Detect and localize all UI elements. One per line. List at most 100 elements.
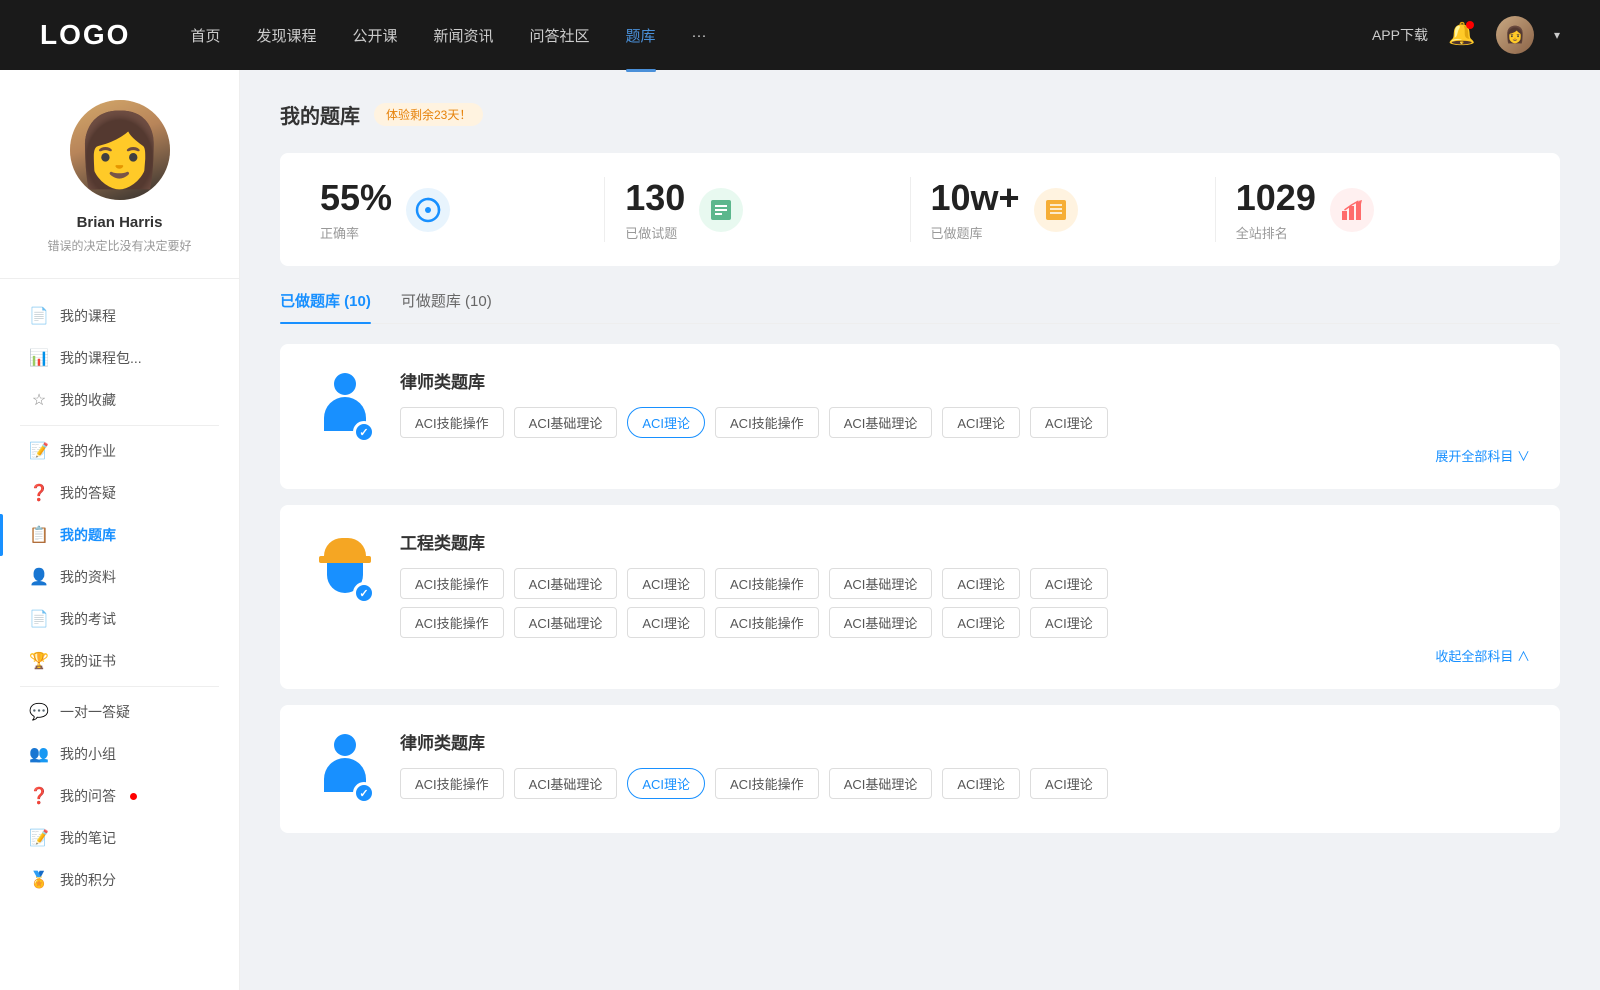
profile-motto: 错误的决定比没有决定要好 — [47, 237, 191, 254]
bank-card-header-1: ✓ 律师类题库 ACI技能操作 ACI基础理论 ACI理论 ACI技能操作 AC… — [310, 368, 1530, 465]
courses-icon: 📄 — [30, 307, 48, 325]
tag-2-14[interactable]: ACI理论 — [1030, 607, 1108, 638]
done-banks-icon — [1034, 188, 1078, 232]
course-pack-icon: 📊 — [30, 349, 48, 367]
tag-2-4[interactable]: ACI技能操作 — [715, 568, 819, 599]
sidebar-item-question-bank[interactable]: 📋 我的题库 — [0, 514, 239, 556]
profile-avatar[interactable] — [70, 100, 170, 200]
user-menu-chevron[interactable]: ▾ — [1554, 28, 1560, 42]
tutoring-icon: 💬 — [30, 703, 48, 721]
nav-home[interactable]: 首页 — [190, 25, 220, 46]
tag-2-11[interactable]: ACI技能操作 — [715, 607, 819, 638]
accuracy-icon — [406, 188, 450, 232]
ranking-icon — [1330, 188, 1374, 232]
tag-2-9[interactable]: ACI基础理论 — [514, 607, 618, 638]
nav-news[interactable]: 新闻资讯 — [434, 25, 494, 46]
stat-value-done: 130 — [625, 177, 685, 219]
bank-icon-lawyer-3: ✓ — [310, 729, 380, 809]
sidebar-item-tutoring[interactable]: 💬 一对一答疑 — [0, 691, 239, 733]
profile-icon: 👤 — [30, 568, 48, 586]
sidebar-menu: 📄 我的课程 📊 我的课程包... ☆ 我的收藏 📝 我的作业 ❓ 我的答疑 � — [0, 279, 239, 917]
stats-row: 55% 正确率 130 已做试题 — [280, 153, 1560, 266]
navbar: LOGO 首页 发现课程 公开课 新闻资讯 问答社区 题库 ··· APP下载 … — [0, 0, 1600, 70]
bank-card-header-3: ✓ 律师类题库 ACI技能操作 ACI基础理论 ACI理论 ACI技能操作 AC… — [310, 729, 1530, 809]
nav-discover[interactable]: 发现课程 — [256, 25, 316, 46]
tag-3-2[interactable]: ACI基础理论 — [514, 768, 618, 799]
tag-3-5[interactable]: ACI基础理论 — [829, 768, 933, 799]
sidebar-item-groups[interactable]: 👥 我的小组 — [0, 733, 239, 775]
nav-open-course[interactable]: 公开课 — [352, 25, 397, 46]
nav-questions[interactable]: 题库 — [626, 25, 656, 46]
user-avatar[interactable]: 👩 — [1496, 16, 1534, 54]
tag-1-3[interactable]: ACI理论 — [627, 407, 705, 438]
tag-2-2[interactable]: ACI基础理论 — [514, 568, 618, 599]
tag-1-5[interactable]: ACI基础理论 — [829, 407, 933, 438]
expand-bank-1[interactable]: 展开全部科目 ∨ — [400, 446, 1530, 465]
tag-1-6[interactable]: ACI理论 — [942, 407, 1020, 438]
bank-card-3: ✓ 律师类题库 ACI技能操作 ACI基础理论 ACI理论 ACI技能操作 AC… — [280, 705, 1560, 833]
stat-label-banks: 已做题库 — [931, 223, 1020, 242]
nav-qa[interactable]: 问答社区 — [530, 25, 590, 46]
tab-available-banks[interactable]: 可做题库 (10) — [401, 290, 492, 323]
tag-3-7[interactable]: ACI理论 — [1030, 768, 1108, 799]
nav-more[interactable]: ··· — [692, 27, 707, 44]
sidebar-item-favorites[interactable]: ☆ 我的收藏 — [0, 379, 239, 421]
tag-1-1[interactable]: ACI技能操作 — [400, 407, 504, 438]
tag-3-1[interactable]: ACI技能操作 — [400, 768, 504, 799]
sidebar-item-homework[interactable]: 📝 我的作业 — [0, 430, 239, 472]
sidebar-item-course-pack[interactable]: 📊 我的课程包... — [0, 337, 239, 379]
app-download-link[interactable]: APP下载 — [1372, 25, 1428, 45]
sidebar-item-label: 我的课程包... — [60, 348, 142, 368]
tag-3-3[interactable]: ACI理论 — [627, 768, 705, 799]
bank-info-1: 律师类题库 ACI技能操作 ACI基础理论 ACI理论 ACI技能操作 ACI基… — [400, 368, 1530, 465]
main-content: 我的题库 体验剩余23天！ 55% 正确率 — [240, 70, 1600, 990]
tag-2-1[interactable]: ACI技能操作 — [400, 568, 504, 599]
tag-2-13[interactable]: ACI理论 — [942, 607, 1020, 638]
tab-done-banks[interactable]: 已做题库 (10) — [280, 290, 371, 323]
stat-value-banks: 10w+ — [931, 177, 1020, 219]
stat-done-questions: 130 已做试题 — [605, 177, 910, 242]
tag-1-2[interactable]: ACI基础理论 — [514, 407, 618, 438]
sidebar-item-qa[interactable]: ❓ 我的答疑 — [0, 472, 239, 514]
tag-1-4[interactable]: ACI技能操作 — [715, 407, 819, 438]
stat-label-rank: 全站排名 — [1236, 223, 1316, 242]
tag-3-6[interactable]: ACI理论 — [942, 768, 1020, 799]
sidebar-item-label: 我的答疑 — [60, 483, 116, 503]
sidebar-item-label: 我的考试 — [60, 609, 116, 629]
tag-2-6[interactable]: ACI理论 — [942, 568, 1020, 599]
tag-2-8[interactable]: ACI技能操作 — [400, 607, 504, 638]
sidebar-item-exams[interactable]: 📄 我的考试 — [0, 598, 239, 640]
sidebar-item-label: 我的问答 — [60, 786, 116, 806]
certificates-icon: 🏆 — [30, 652, 48, 670]
tag-3-4[interactable]: ACI技能操作 — [715, 768, 819, 799]
tag-2-10[interactable]: ACI理论 — [627, 607, 705, 638]
sidebar-item-label: 我的笔记 — [60, 828, 116, 848]
tag-2-12[interactable]: ACI基础理论 — [829, 607, 933, 638]
sidebar-item-points[interactable]: 🏅 我的积分 — [0, 859, 239, 901]
menu-divider-2 — [20, 686, 219, 687]
notification-bell[interactable]: 🔔 — [1448, 21, 1476, 49]
sidebar-item-my-courses[interactable]: 📄 我的课程 — [0, 295, 239, 337]
stat-accuracy: 55% 正确率 — [320, 177, 605, 242]
done-questions-icon — [699, 188, 743, 232]
sidebar-item-my-qa[interactable]: ❓ 我的问答 — [0, 775, 239, 817]
sidebar-item-notes[interactable]: 📝 我的笔记 — [0, 817, 239, 859]
tag-2-5[interactable]: ACI基础理论 — [829, 568, 933, 599]
tag-2-7[interactable]: ACI理论 — [1030, 568, 1108, 599]
homework-icon: 📝 — [30, 442, 48, 460]
sidebar-item-label: 我的证书 — [60, 651, 116, 671]
tag-2-3[interactable]: ACI理论 — [627, 568, 705, 599]
bank-card-header-2: ✓ 工程类题库 ACI技能操作 ACI基础理论 ACI理论 ACI技能操作 AC… — [310, 529, 1530, 665]
groups-icon: 👥 — [30, 745, 48, 763]
collapse-bank-2[interactable]: 收起全部科目 ∧ — [400, 646, 1530, 665]
sidebar-item-profile[interactable]: 👤 我的资料 — [0, 556, 239, 598]
stat-ranking: 1029 全站排名 — [1216, 177, 1520, 242]
sidebar-item-label: 我的小组 — [60, 744, 116, 764]
sidebar-profile: Brian Harris 错误的决定比没有决定要好 — [0, 100, 239, 279]
tabs-row: 已做题库 (10) 可做题库 (10) — [280, 290, 1560, 324]
bank-name-2: 工程类题库 — [400, 529, 1530, 554]
tag-1-7[interactable]: ACI理论 — [1030, 407, 1108, 438]
unread-dot — [130, 793, 137, 800]
notification-dot — [1466, 21, 1474, 29]
sidebar-item-certificates[interactable]: 🏆 我的证书 — [0, 640, 239, 682]
